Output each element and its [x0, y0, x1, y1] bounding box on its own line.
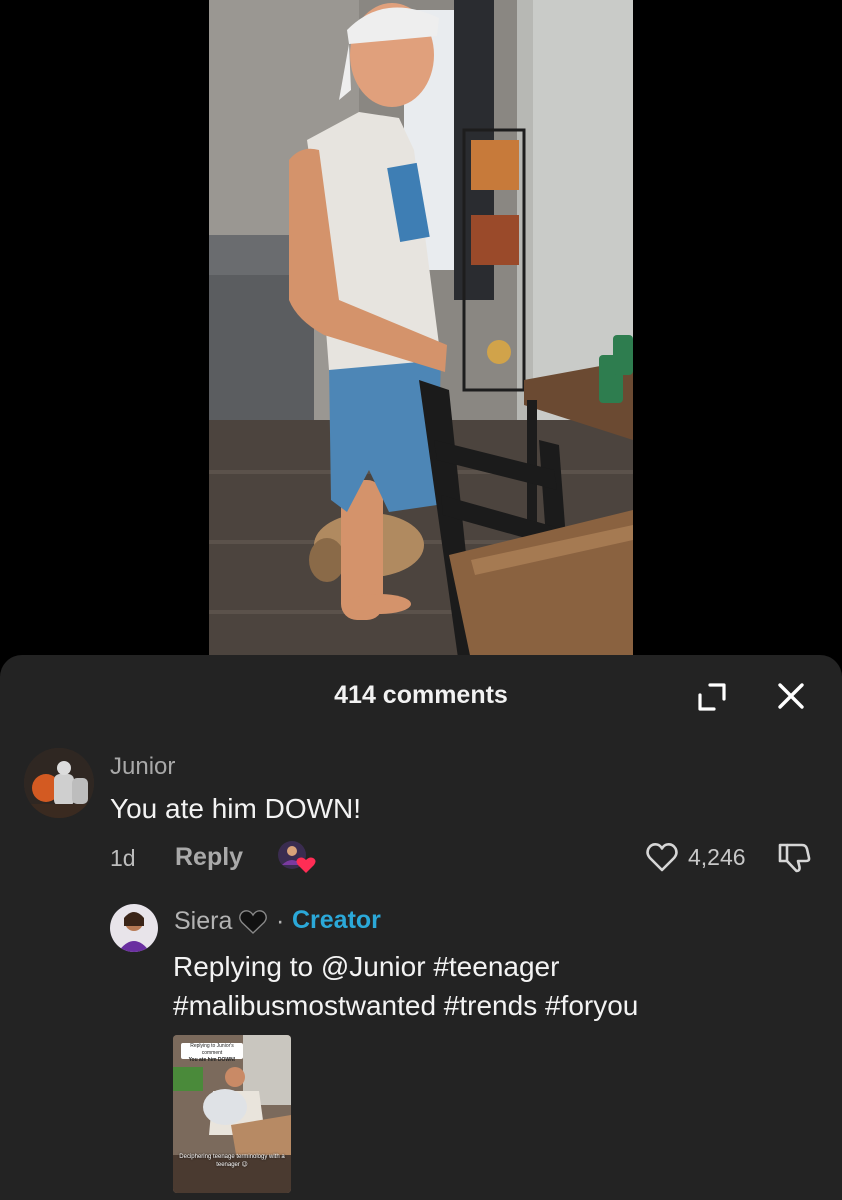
heart-like-icon[interactable] [645, 841, 679, 873]
black-heart-icon [238, 909, 268, 935]
tiktok-screen: 414 comments Junior You ate him DOWN! 1d… [0, 0, 842, 1200]
close-icon[interactable] [770, 675, 812, 717]
thumbs-down-icon[interactable] [776, 839, 812, 875]
avatar[interactable] [24, 748, 94, 818]
reply-button[interactable]: Reply [175, 843, 243, 872]
comment-text: You ate him DOWN! [110, 793, 362, 824]
comments-sheet: 414 comments Junior You ate him DOWN! 1d… [0, 655, 842, 1200]
comment-username[interactable]: Junior [110, 753, 175, 781]
separator-dot: · [276, 907, 285, 935]
comment-timestamp: 1d [110, 845, 136, 871]
reply-text: Replying to @Junior #teenager #malibusmo… [173, 951, 639, 1021]
video-frame-image [209, 0, 633, 670]
thumbnail-caption: Deciphering teenage terminology with a t… [179, 1154, 285, 1168]
reply-video-thumbnail[interactable]: Replying to Junior's comment You ate him… [173, 1035, 291, 1193]
reply-username[interactable]: Siera [174, 907, 232, 936]
thumbnail-reply-card: Replying to Junior's comment You ate him… [181, 1043, 243, 1063]
video-player[interactable] [209, 0, 633, 670]
expand-icon[interactable] [692, 677, 732, 717]
like-count: 4,246 [688, 844, 746, 870]
creator-avatar[interactable] [110, 904, 158, 952]
creator-liked-badge [276, 839, 318, 875]
creator-badge: Creator [292, 906, 381, 934]
